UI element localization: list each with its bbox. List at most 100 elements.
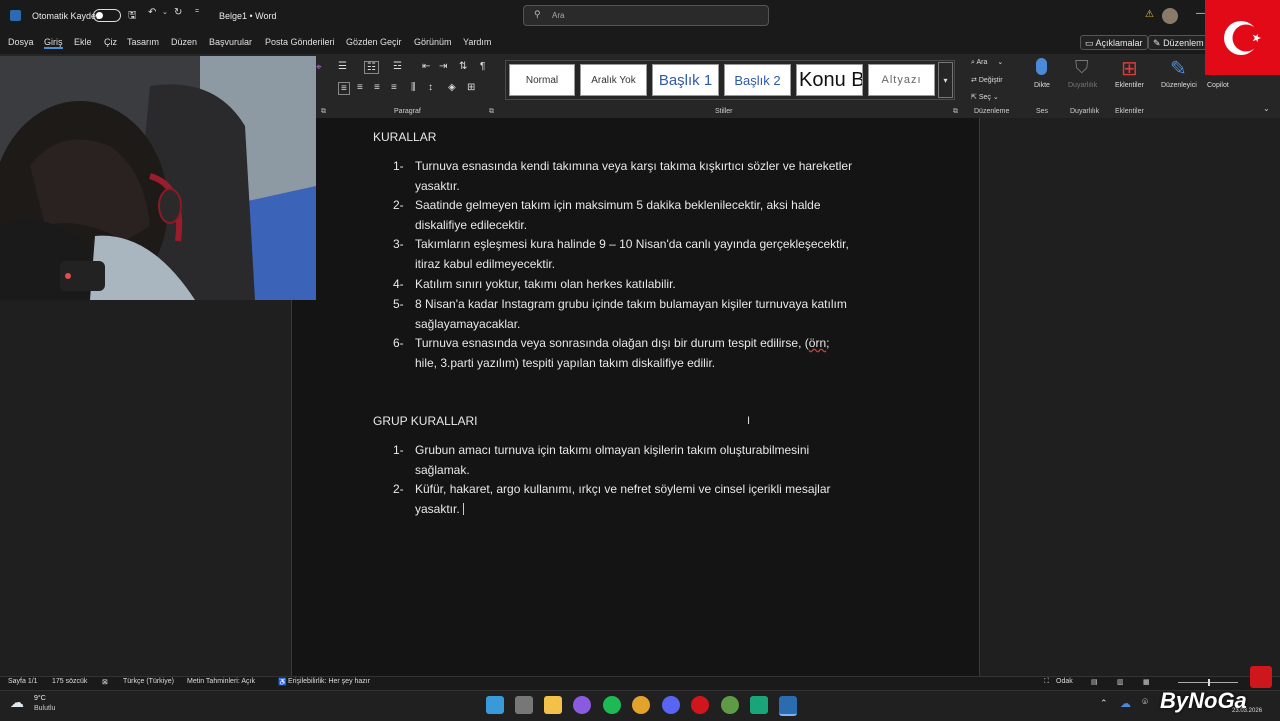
editing-mode-button[interactable]: ✎ Düzenlem [1148,35,1208,50]
style-heading-2[interactable]: Başlık 2 [724,64,791,96]
add-ins-icon[interactable]: ⊞ [1121,56,1138,81]
undo-icon[interactable]: ↶ [148,7,156,18]
style-subtitle[interactable]: Altyazı [868,64,935,96]
tray-chevron-icon[interactable]: ⌃ [1100,698,1108,709]
heading-kurallar[interactable]: KURALLAR [373,128,436,148]
print-layout-icon[interactable]: ▥ [1117,678,1124,686]
menu-duzen[interactable]: Düzen [171,37,197,47]
align-right-icon[interactable]: ≡ [374,82,380,93]
menu-ciz[interactable]: Çiz [104,37,117,47]
bullets-icon[interactable]: ☰ [338,61,347,72]
shading-icon[interactable]: ◈ [448,82,456,93]
discord-icon[interactable] [662,696,680,714]
word-taskbar-icon[interactable] [779,696,797,716]
pilcrow-icon[interactable]: ¶ [480,61,485,72]
columns-icon[interactable]: ⫼ [411,82,416,93]
rule-1[interactable]: Turnuva esnasında kendi takımına veya ka… [415,157,852,196]
zoom-slider-thumb[interactable] [1208,679,1210,686]
rule-5[interactable]: 8 Nisan'a kadar Instagram grubu içinde t… [415,295,847,334]
paragraph-launcher-icon[interactable]: ⧉ [489,108,494,116]
accessibility-icon[interactable]: ♿ [278,678,287,686]
menu-gorunum[interactable]: Görünüm [414,37,452,47]
align-left-icon[interactable]: ≡ [338,82,350,95]
comments-button[interactable]: ▭ Açıklamalar [1080,35,1148,50]
replace-button[interactable]: ⇄ Değiştir [971,76,1003,84]
menu-dosya[interactable]: Dosya [8,37,34,47]
select-button[interactable]: ⇱ Seç ⌄ [971,93,999,101]
status-page[interactable]: Sayfa 1/1 [8,678,38,685]
rule-6[interactable]: Turnuva esnasında veya sonrasında olağan… [415,334,829,373]
line-spacing-icon[interactable]: ↕ [428,82,433,93]
dictate-label[interactable]: Dikte [1034,82,1050,89]
whatsapp-icon[interactable] [750,696,768,714]
menu-giris[interactable]: Giriş [44,37,63,49]
editor-icon[interactable]: ✎ [1170,56,1187,81]
status-text-predictions[interactable]: Metin Tahminleri: Açık [187,678,255,685]
start-windows-icon[interactable] [486,696,504,714]
menu-gozden-gecir[interactable]: Gözden Geçir [346,37,402,47]
copilot-app-icon[interactable] [573,696,591,714]
status-accessibility[interactable]: Erişilebilirlik: Her şey hazır [288,678,370,685]
status-focus[interactable]: Odak [1056,678,1073,685]
group-rule-1[interactable]: Grubun amacı turnuva için takımı olmayan… [415,441,809,480]
align-center-icon[interactable]: ≡ [357,82,363,93]
ribbon-collapse-icon[interactable]: ⌄ [1263,104,1270,113]
style-title[interactable]: Konu Başlığı [796,64,863,96]
focus-icon[interactable]: ⛶ [1044,678,1049,686]
sort-icon[interactable]: ⇅ [459,61,467,72]
read-mode-icon[interactable]: ▤ [1091,678,1098,686]
style-heading-1[interactable]: Başlık 1 [652,64,719,96]
style-normal[interactable]: Normal [509,64,575,96]
numbering-icon[interactable]: ☷ [364,61,379,74]
decrease-indent-icon[interactable]: ⇤ [422,61,430,72]
web-layout-icon[interactable]: ▦ [1143,678,1150,686]
redo-icon[interactable]: ↻ [174,7,182,18]
rule-3[interactable]: Takımların eşleşmesi kura halinde 9 – 10… [415,235,849,274]
status-word-count[interactable]: 175 sözcük [52,678,87,685]
styles-more-button[interactable]: ▾ [938,62,953,98]
multilevel-list-icon[interactable]: ☲ [393,61,402,72]
chrome-profile-icon[interactable] [721,696,739,714]
menu-ekle[interactable]: Ekle [74,37,92,47]
copilot-label[interactable]: Copilot [1207,82,1229,89]
format-painter-icon[interactable]: ⌖ [316,62,322,73]
customize-toolbar-icon[interactable]: = [195,8,199,15]
save-icon[interactable]: 🖫 [128,8,137,25]
clock-date[interactable]: 23.03.2026 [1232,708,1262,714]
task-view-icon[interactable] [515,696,533,714]
proofing-icon[interactable]: ⊠ [102,678,108,686]
editor-label[interactable]: Düzenleyici [1161,82,1197,89]
rule-2[interactable]: Saatinde gelmeyen takım için maksimum 5 … [415,196,821,235]
status-language[interactable]: Türkçe (Türkiye) [123,678,174,685]
warning-icon[interactable]: ⚠ [1145,9,1154,20]
increase-indent-icon[interactable]: ⇥ [439,61,447,72]
find-button[interactable]: ⌕ Ara ⌄ [971,58,1003,67]
file-explorer-icon[interactable] [544,696,562,714]
justify-icon[interactable]: ≡ [391,82,397,93]
dropdown-chevron-icon[interactable]: ⌄ [162,8,168,16]
avatar[interactable] [1162,8,1178,24]
onedrive-icon[interactable]: ☁ [1120,697,1131,710]
menu-basvurular[interactable]: Başvurular [209,37,252,47]
weather-temp[interactable]: 9°C [34,695,46,702]
search-box[interactable]: ⚲ Ara [523,5,769,26]
borders-icon[interactable]: ⊞ [467,82,475,93]
menu-tasarim[interactable]: Tasarım [127,37,159,47]
styles-launcher-icon[interactable]: ⧉ [953,108,958,116]
weather-condition[interactable]: Bulutlu [34,705,55,712]
group-rule-2[interactable]: Küfür, hakaret, argo kullanımı, ırkçı ve… [415,480,831,519]
menu-yardim[interactable]: Yardım [463,37,491,47]
sensitivity-icon[interactable]: ⛉ [1075,57,1089,78]
style-no-spacing[interactable]: Aralık Yok [580,64,647,96]
font-launcher-icon[interactable]: ⧉ [321,108,326,116]
menu-posta[interactable]: Posta Gönderileri [265,37,335,47]
rule-4[interactable]: Katılım sınırı yoktur, takımı olan herke… [415,275,676,295]
chrome-icon[interactable] [632,696,650,714]
spotify-icon[interactable] [603,696,621,714]
network-icon[interactable]: ⌾ [1142,697,1148,708]
autosave-toggle[interactable] [93,9,121,22]
rule-6-misspelled-word[interactable]: örn [809,336,826,350]
microphone-icon[interactable] [1036,58,1047,75]
heading-grup-kurallari[interactable]: GRUP KURALLARI [373,412,477,432]
opera-icon[interactable] [691,696,709,714]
